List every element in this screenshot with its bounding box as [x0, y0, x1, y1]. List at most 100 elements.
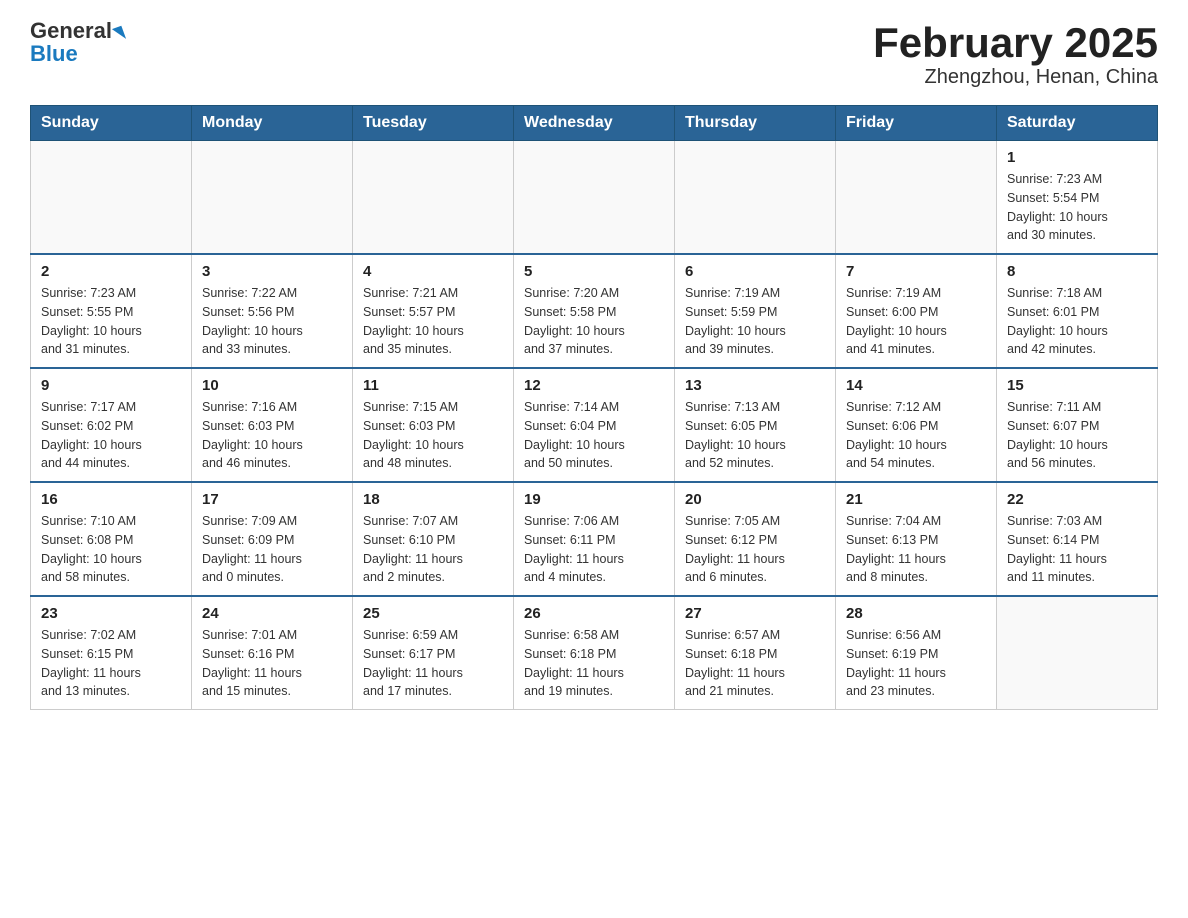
calendar-cell-w3-d6: 15 Sunrise: 7:11 AM Sunset: 6:07 PM Dayli… [997, 368, 1158, 482]
title-block: February 2025 Zhengzhou, Henan, China [873, 20, 1158, 89]
calendar-cell-w4-d5: 21 Sunrise: 7:04 AM Sunset: 6:13 PM Dayli… [836, 482, 997, 596]
day-number: 3 [202, 263, 342, 280]
day-info: Sunrise: 6:59 AM Sunset: 6:17 PM Dayligh… [363, 626, 503, 701]
day-number: 21 [846, 491, 986, 508]
day-number: 27 [685, 605, 825, 622]
day-info: Sunrise: 6:58 AM Sunset: 6:18 PM Dayligh… [524, 626, 664, 701]
day-info: Sunrise: 7:07 AM Sunset: 6:10 PM Dayligh… [363, 512, 503, 587]
calendar-cell-w3-d2: 11Sunrise: 7:15 AM Sunset: 6:03 PM Dayli… [353, 368, 514, 482]
day-number: 9 [41, 377, 181, 394]
col-sunday: Sunday [31, 106, 192, 141]
page-header: General Blue February 2025 Zhengzhou, He… [30, 20, 1158, 89]
day-number: 24 [202, 605, 342, 622]
day-number: 6 [685, 263, 825, 280]
day-number: 5 [524, 263, 664, 280]
day-info: Sunrise: 7:09 AM Sunset: 6:09 PM Dayligh… [202, 512, 342, 587]
calendar-cell-w1-d6: 1Sunrise: 7:23 AM Sunset: 5:54 PM Daylig… [997, 141, 1158, 255]
day-info: Sunrise: 7:14 AM Sunset: 6:04 PM Dayligh… [524, 398, 664, 473]
week-row-4: 16Sunrise: 7:10 AM Sunset: 6:08 PM Dayli… [31, 482, 1158, 596]
week-row-2: 2Sunrise: 7:23 AM Sunset: 5:55 PM Daylig… [31, 254, 1158, 368]
day-info: Sunrise: 7:23 AM Sunset: 5:55 PM Dayligh… [41, 284, 181, 359]
header-row: Sunday Monday Tuesday Wednesday Thursday… [31, 106, 1158, 141]
day-info: Sunrise: 6:56 AM Sunset: 6:19 PM Dayligh… [846, 626, 986, 701]
day-number: 23 [41, 605, 181, 622]
day-info: Sunrise: 7:04 AM Sunset: 6:13 PM Dayligh… [846, 512, 986, 587]
calendar-cell-w3-d0: 9 Sunrise: 7:17 AM Sunset: 6:02 PM Daylig… [31, 368, 192, 482]
calendar-cell-w5-d6 [997, 596, 1158, 710]
day-number: 14 [846, 377, 986, 394]
day-number: 15 [1007, 377, 1147, 394]
day-number: 8 [1007, 263, 1147, 280]
calendar-cell-w2-d4: 6Sunrise: 7:19 AM Sunset: 5:59 PM Daylig… [675, 254, 836, 368]
week-row-5: 23 Sunrise: 7:02 AM Sunset: 6:15 PM Dayli… [31, 596, 1158, 710]
day-info: Sunrise: 7:12 AM Sunset: 6:06 PM Dayligh… [846, 398, 986, 473]
day-number: 19 [524, 491, 664, 508]
day-info: Sunrise: 7:19 AM Sunset: 6:00 PM Dayligh… [846, 284, 986, 359]
calendar-cell-w3-d5: 14 Sunrise: 7:12 AM Sunset: 6:06 PM Dayli… [836, 368, 997, 482]
calendar-cell-w4-d1: 17 Sunrise: 7:09 AM Sunset: 6:09 PM Dayli… [192, 482, 353, 596]
calendar-cell-w2-d5: 7 Sunrise: 7:19 AM Sunset: 6:00 PM Daylig… [836, 254, 997, 368]
month-title: February 2025 [873, 20, 1158, 66]
day-info: Sunrise: 7:22 AM Sunset: 5:56 PM Dayligh… [202, 284, 342, 359]
day-number: 17 [202, 491, 342, 508]
day-info: Sunrise: 6:57 AM Sunset: 6:18 PM Dayligh… [685, 626, 825, 701]
day-number: 18 [363, 491, 503, 508]
day-number: 13 [685, 377, 825, 394]
day-info: Sunrise: 7:17 AM Sunset: 6:02 PM Dayligh… [41, 398, 181, 473]
calendar-table: Sunday Monday Tuesday Wednesday Thursday… [30, 105, 1158, 710]
logo-blue-text: Blue [30, 41, 78, 66]
col-saturday: Saturday [997, 106, 1158, 141]
day-info: Sunrise: 7:06 AM Sunset: 6:11 PM Dayligh… [524, 512, 664, 587]
calendar-cell-w2-d3: 5 Sunrise: 7:20 AM Sunset: 5:58 PM Daylig… [514, 254, 675, 368]
week-row-1: 1Sunrise: 7:23 AM Sunset: 5:54 PM Daylig… [31, 141, 1158, 255]
calendar-cell-w5-d5: 28 Sunrise: 6:56 AM Sunset: 6:19 PM Dayli… [836, 596, 997, 710]
col-wednesday: Wednesday [514, 106, 675, 141]
day-info: Sunrise: 7:11 AM Sunset: 6:07 PM Dayligh… [1007, 398, 1147, 473]
day-number: 20 [685, 491, 825, 508]
calendar-cell-w1-d3 [514, 141, 675, 255]
calendar-cell-w4-d6: 22 Sunrise: 7:03 AM Sunset: 6:14 PM Dayli… [997, 482, 1158, 596]
day-info: Sunrise: 7:02 AM Sunset: 6:15 PM Dayligh… [41, 626, 181, 701]
calendar-cell-w1-d2 [353, 141, 514, 255]
day-info: Sunrise: 7:18 AM Sunset: 6:01 PM Dayligh… [1007, 284, 1147, 359]
day-number: 26 [524, 605, 664, 622]
calendar-cell-w2-d1: 3 Sunrise: 7:22 AM Sunset: 5:56 PM Daylig… [192, 254, 353, 368]
calendar-cell-w4-d0: 16Sunrise: 7:10 AM Sunset: 6:08 PM Dayli… [31, 482, 192, 596]
calendar-cell-w4-d4: 20 Sunrise: 7:05 AM Sunset: 6:12 PM Dayli… [675, 482, 836, 596]
calendar-cell-w1-d1 [192, 141, 353, 255]
day-info: Sunrise: 7:05 AM Sunset: 6:12 PM Dayligh… [685, 512, 825, 587]
calendar-cell-w2-d6: 8 Sunrise: 7:18 AM Sunset: 6:01 PM Daylig… [997, 254, 1158, 368]
day-number: 11 [363, 377, 503, 394]
calendar-cell-w2-d2: 4 Sunrise: 7:21 AM Sunset: 5:57 PM Daylig… [353, 254, 514, 368]
day-info: Sunrise: 7:13 AM Sunset: 6:05 PM Dayligh… [685, 398, 825, 473]
day-info: Sunrise: 7:21 AM Sunset: 5:57 PM Dayligh… [363, 284, 503, 359]
calendar-cell-w2-d0: 2Sunrise: 7:23 AM Sunset: 5:55 PM Daylig… [31, 254, 192, 368]
calendar-cell-w3-d3: 12 Sunrise: 7:14 AM Sunset: 6:04 PM Dayli… [514, 368, 675, 482]
col-thursday: Thursday [675, 106, 836, 141]
week-row-3: 9 Sunrise: 7:17 AM Sunset: 6:02 PM Daylig… [31, 368, 1158, 482]
calendar-cell-w5-d1: 24 Sunrise: 7:01 AM Sunset: 6:16 PM Dayli… [192, 596, 353, 710]
col-monday: Monday [192, 106, 353, 141]
day-info: Sunrise: 7:16 AM Sunset: 6:03 PM Dayligh… [202, 398, 342, 473]
calendar-cell-w1-d5 [836, 141, 997, 255]
logo-general-text: General [30, 18, 112, 43]
calendar-cell-w1-d0 [31, 141, 192, 255]
logo-top-line: General [30, 20, 124, 43]
col-friday: Friday [836, 106, 997, 141]
day-info: Sunrise: 7:03 AM Sunset: 6:14 PM Dayligh… [1007, 512, 1147, 587]
day-info: Sunrise: 7:01 AM Sunset: 6:16 PM Dayligh… [202, 626, 342, 701]
day-number: 4 [363, 263, 503, 280]
day-number: 1 [1007, 149, 1147, 166]
calendar-cell-w3-d1: 10Sunrise: 7:16 AM Sunset: 6:03 PM Dayli… [192, 368, 353, 482]
day-number: 22 [1007, 491, 1147, 508]
calendar-cell-w4-d3: 19 Sunrise: 7:06 AM Sunset: 6:11 PM Dayli… [514, 482, 675, 596]
calendar-cell-w5-d4: 27 Sunrise: 6:57 AM Sunset: 6:18 PM Dayli… [675, 596, 836, 710]
calendar-cell-w5-d3: 26 Sunrise: 6:58 AM Sunset: 6:18 PM Dayli… [514, 596, 675, 710]
day-number: 16 [41, 491, 181, 508]
day-info: Sunrise: 7:20 AM Sunset: 5:58 PM Dayligh… [524, 284, 664, 359]
logo: General Blue [30, 20, 124, 66]
calendar-cell-w5-d0: 23 Sunrise: 7:02 AM Sunset: 6:15 PM Dayli… [31, 596, 192, 710]
day-number: 7 [846, 263, 986, 280]
day-number: 28 [846, 605, 986, 622]
day-number: 12 [524, 377, 664, 394]
